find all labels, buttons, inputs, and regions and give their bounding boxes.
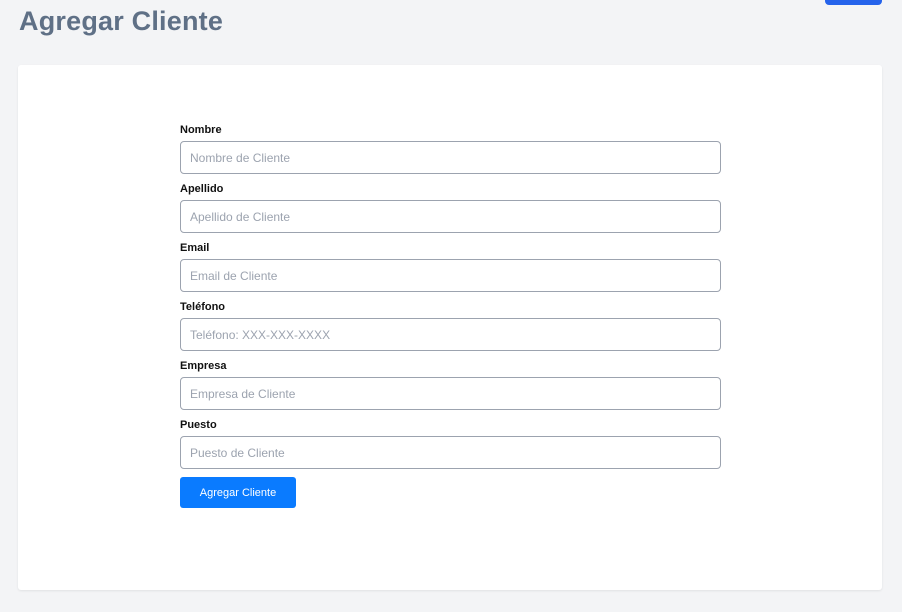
telefono-input[interactable] (180, 318, 721, 351)
field-nombre: Nombre (180, 123, 721, 174)
nombre-input[interactable] (180, 141, 721, 174)
page: Agregar Cliente Nombre Apellido Email Te… (0, 0, 902, 612)
add-client-form: Nombre Apellido Email Teléfono Empresa P… (180, 123, 721, 508)
telefono-label: Teléfono (180, 301, 226, 313)
field-email: Email (180, 241, 721, 292)
field-empresa: Empresa (180, 359, 721, 410)
empresa-label: Empresa (180, 360, 227, 372)
email-input[interactable] (180, 259, 721, 292)
form-card: Nombre Apellido Email Teléfono Empresa P… (18, 65, 882, 590)
nombre-label: Nombre (180, 124, 222, 136)
apellido-label: Apellido (180, 183, 224, 195)
add-client-button[interactable]: Agregar Cliente (180, 477, 296, 508)
page-title: Agregar Cliente (19, 6, 224, 36)
field-apellido: Apellido (180, 182, 721, 233)
top-action-button[interactable] (825, 0, 882, 5)
apellido-input[interactable] (180, 200, 721, 233)
field-puesto: Puesto (180, 418, 721, 469)
empresa-input[interactable] (180, 377, 721, 410)
puesto-input[interactable] (180, 436, 721, 469)
puesto-label: Puesto (180, 419, 217, 431)
field-telefono: Teléfono (180, 300, 721, 351)
email-label: Email (180, 242, 210, 254)
